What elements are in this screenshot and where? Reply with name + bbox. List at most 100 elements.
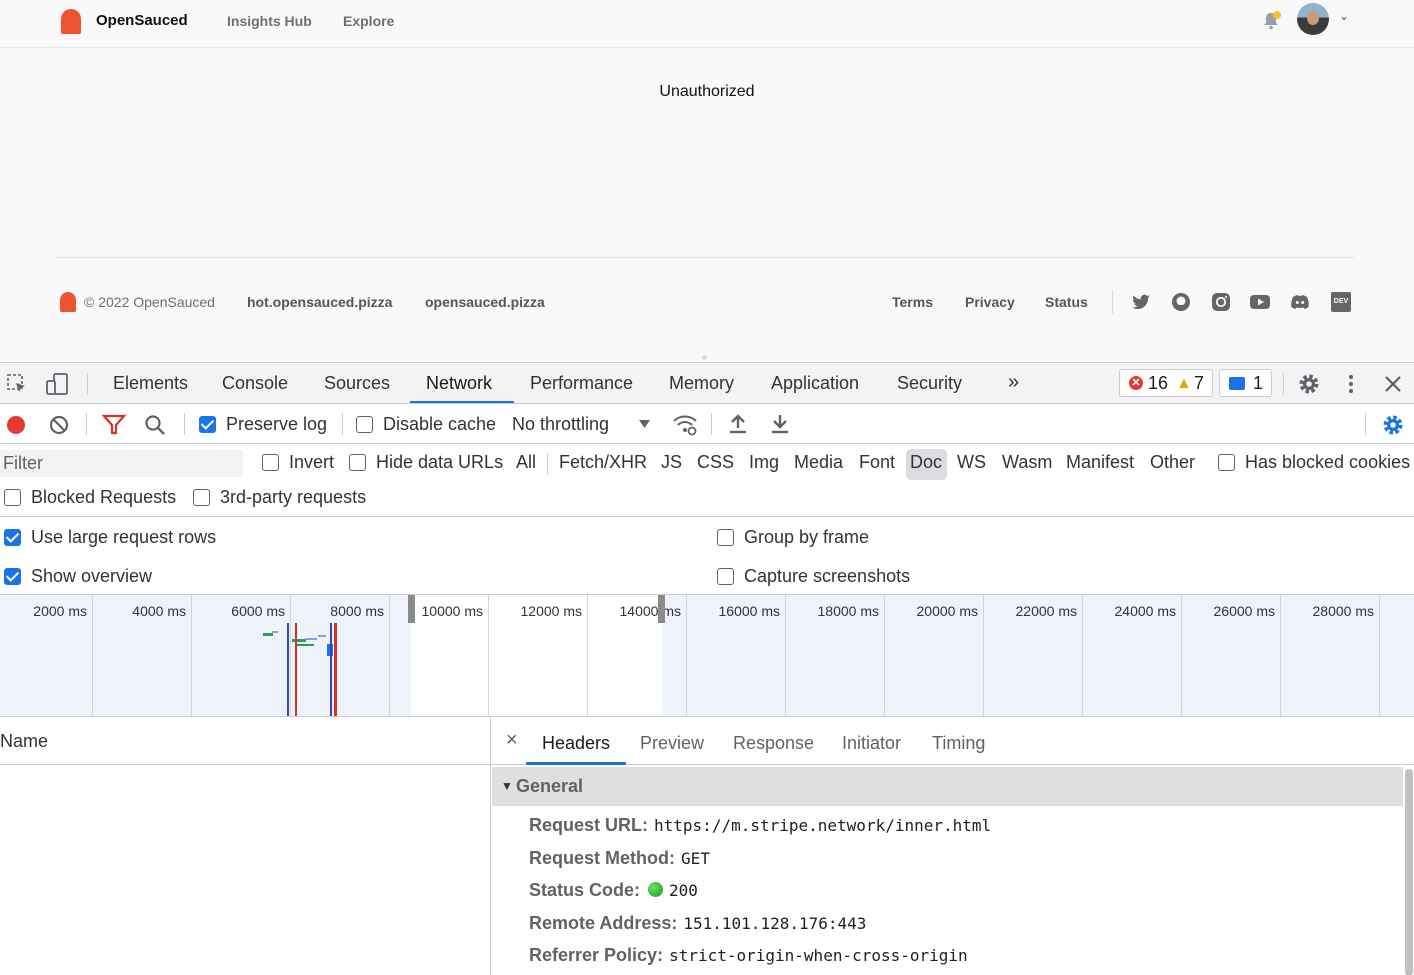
brand-name[interactable]: OpenSauced <box>96 12 188 29</box>
type-filter-ws[interactable]: WS <box>957 452 986 473</box>
import-har-icon[interactable] <box>728 413 748 435</box>
more-tabs-icon[interactable]: » <box>1008 371 1019 394</box>
type-filter-other[interactable]: Other <box>1150 452 1195 473</box>
invert-label[interactable]: Invert <box>289 452 334 473</box>
tab-preview[interactable]: Preview <box>640 733 704 754</box>
footer-link-opensauced[interactable]: opensauced.pizza <box>425 294 545 310</box>
detail-scrollbar[interactable] <box>1405 769 1413 975</box>
tab-sources[interactable]: Sources <box>324 373 390 394</box>
has-blocked-cookies-checkbox[interactable] <box>1218 454 1235 471</box>
overview-tick-label: 14000 ms <box>619 603 681 619</box>
hide-data-urls-label[interactable]: Hide data URLs <box>376 452 503 473</box>
unauthorized-message: Unauthorized <box>659 83 755 100</box>
show-overview-checkbox[interactable] <box>4 568 21 585</box>
twitter-icon[interactable] <box>1131 292 1151 312</box>
tab-security[interactable]: Security <box>897 373 962 394</box>
preserve-log-label[interactable]: Preserve log <box>226 414 327 435</box>
tab-performance[interactable]: Performance <box>530 373 633 394</box>
overview-grid-line <box>785 595 786 716</box>
export-har-icon[interactable] <box>770 413 790 435</box>
filter-icon[interactable] <box>102 414 126 436</box>
type-filter-font[interactable]: Font <box>859 452 895 473</box>
tab-timing[interactable]: Timing <box>932 733 985 754</box>
devtools-tabbar: Elements Console Sources Network Perform… <box>0 363 1414 404</box>
dev-icon[interactable]: DEV <box>1331 292 1351 312</box>
group-by-frame-label[interactable]: Group by frame <box>744 527 869 548</box>
invert-checkbox[interactable] <box>262 454 279 471</box>
inspect-element-icon[interactable] <box>6 373 28 395</box>
disable-cache-checkbox[interactable] <box>356 416 373 433</box>
search-icon[interactable] <box>144 414 166 436</box>
messages-counter[interactable]: 1 <box>1219 369 1272 397</box>
tab-headers[interactable]: Headers <box>542 733 610 754</box>
type-filter-wasm[interactable]: Wasm <box>1002 452 1052 473</box>
capture-screenshots-checkbox[interactable] <box>717 568 734 585</box>
type-filter-manifest[interactable]: Manifest <box>1066 452 1134 473</box>
tab-elements[interactable]: Elements <box>113 373 188 394</box>
hide-data-urls-checkbox[interactable] <box>349 454 366 471</box>
close-devtools-icon[interactable] <box>1383 374 1403 394</box>
has-blocked-cookies-label[interactable]: Has blocked cookies <box>1245 452 1410 473</box>
instagram-icon[interactable] <box>1211 292 1231 312</box>
close-detail-icon[interactable]: × <box>506 729 518 752</box>
blocked-requests-checkbox[interactable] <box>4 489 21 506</box>
network-lower-pane: Name × Headers Preview Response Initiato… <box>0 717 1414 975</box>
clear-icon[interactable] <box>48 414 70 436</box>
chevron-down-icon[interactable]: ⌄ <box>1339 9 1349 23</box>
network-overview-timeline[interactable]: 2000 ms 4000 ms 6000 ms 8000 ms 10000 ms 1200… <box>0 595 1414 717</box>
footer-link-status[interactable]: Status <box>1045 294 1088 310</box>
type-filter-img[interactable]: Img <box>749 452 779 473</box>
more-options-icon[interactable] <box>1345 373 1357 395</box>
throttling-select[interactable]: No throttling <box>512 414 609 435</box>
header-value: GET <box>681 849 710 868</box>
tab-console[interactable]: Console <box>222 373 288 394</box>
type-filter-media[interactable]: Media <box>794 452 843 473</box>
footer-link-privacy[interactable]: Privacy <box>965 294 1015 310</box>
footer-link-terms[interactable]: Terms <box>892 294 933 310</box>
overview-tick-label: 28000 ms <box>1312 603 1374 619</box>
avatar[interactable] <box>1297 3 1329 35</box>
header-row-request-url: Request URL: https://m.stripe.network/inn… <box>529 815 991 836</box>
nav-explore[interactable]: Explore <box>343 13 394 29</box>
tab-network[interactable]: Network <box>426 373 492 394</box>
third-party-label[interactable]: 3rd-party requests <box>220 487 366 508</box>
large-rows-checkbox[interactable] <box>4 529 21 546</box>
issues-counter[interactable]: ✕ 16 ▲ 7 <box>1119 369 1213 397</box>
overview-right-handle[interactable] <box>658 595 665 623</box>
type-filter-all[interactable]: All <box>516 452 536 473</box>
resize-handle[interactable] <box>702 355 707 360</box>
tab-memory[interactable]: Memory <box>669 373 734 394</box>
name-column-header[interactable]: Name <box>0 731 48 752</box>
large-rows-label[interactable]: Use large request rows <box>31 527 216 548</box>
type-filter-js[interactable]: JS <box>661 452 682 473</box>
footer-link-hot[interactable]: hot.opensauced.pizza <box>247 294 392 310</box>
youtube-icon[interactable] <box>1250 292 1270 312</box>
github-icon[interactable] <box>1171 292 1191 312</box>
chevron-down-icon[interactable] <box>638 419 651 429</box>
group-by-frame-checkbox[interactable] <box>717 529 734 546</box>
nav-insights-hub[interactable]: Insights Hub <box>227 13 312 29</box>
tab-initiator[interactable]: Initiator <box>842 733 901 754</box>
show-overview-label[interactable]: Show overview <box>31 566 152 587</box>
third-party-checkbox[interactable] <box>193 489 210 506</box>
opensauced-logo-icon[interactable] <box>61 9 81 34</box>
network-settings-gear-icon[interactable] <box>1381 413 1405 437</box>
settings-gear-icon[interactable] <box>1297 372 1321 396</box>
general-section-header[interactable]: ▼ General <box>492 767 1403 806</box>
record-icon[interactable] <box>5 414 27 436</box>
disable-cache-label[interactable]: Disable cache <box>383 414 496 435</box>
type-filter-doc[interactable]: Doc <box>910 452 942 473</box>
network-conditions-icon[interactable] <box>672 413 698 437</box>
request-list[interactable]: Name <box>0 717 491 975</box>
tab-response[interactable]: Response <box>733 733 814 754</box>
type-filter-fetch-xhr[interactable]: Fetch/XHR <box>559 452 647 473</box>
preserve-log-checkbox[interactable] <box>199 416 216 433</box>
discord-icon[interactable] <box>1290 292 1310 312</box>
device-toolbar-icon[interactable] <box>45 372 69 396</box>
capture-screenshots-label[interactable]: Capture screenshots <box>744 566 910 587</box>
filter-input[interactable] <box>0 450 243 477</box>
blocked-requests-label[interactable]: Blocked Requests <box>31 487 176 508</box>
tab-application[interactable]: Application <box>771 373 859 394</box>
type-filter-css[interactable]: CSS <box>697 452 734 473</box>
overview-left-handle[interactable] <box>408 595 415 623</box>
